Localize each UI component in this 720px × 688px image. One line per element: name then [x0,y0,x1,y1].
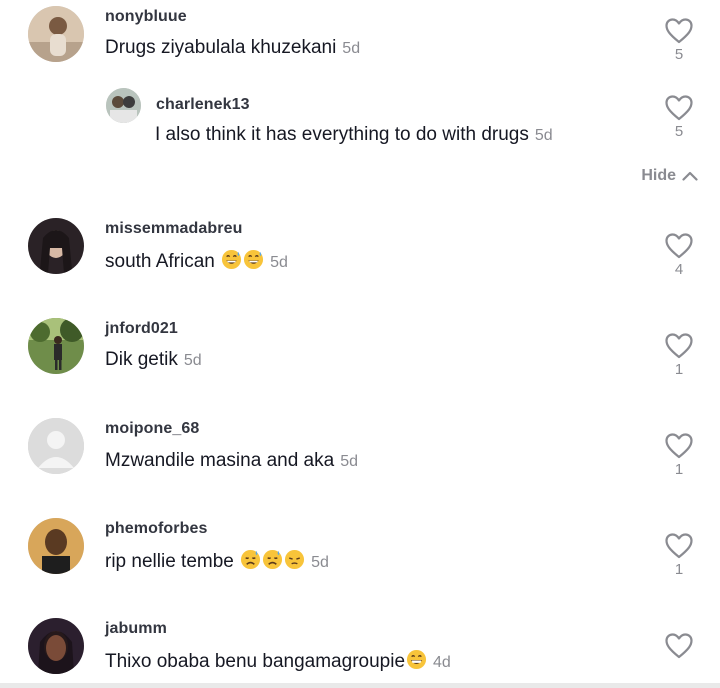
comment-body: Mzwandile masina and aka [105,450,335,471]
comment-body: I also think it has everything to do wit… [155,124,529,145]
heart-icon [665,633,693,659]
like-button[interactable]: 4 [659,233,699,278]
comment-body: Thixo obaba benu bangamagroupie [105,651,406,672]
divider [0,683,720,688]
heart-icon [665,95,693,121]
like-count: 4 [674,261,684,278]
sad-sweat-emoji-icon [241,549,261,570]
hide-label: Hide [641,167,676,184]
grin-sweat-emoji-icon [244,249,264,270]
avatar[interactable] [28,618,84,674]
hide-replies-button[interactable]: Hide [641,167,698,185]
like-button[interactable] [659,633,699,661]
avatar[interactable] [28,218,84,274]
comment-username[interactable]: jabumm [105,620,167,638]
comment-text: I also think it has everything to do wit… [155,124,553,146]
comment-time: 5d [340,453,358,470]
heart-icon [665,433,693,459]
chevron-up-icon [682,171,698,181]
comment-text: Mzwandile masina and aka 5d [105,450,358,472]
grin-sweat-emoji-icon [222,249,242,270]
comment-text: rip nellie tembe 5d [105,549,329,573]
like-button[interactable]: 1 [659,433,699,478]
pensive-emoji-icon [285,549,305,570]
like-count: 1 [674,361,684,378]
comment-body: rip nellie tembe [105,551,234,572]
default-avatar-icon [28,418,84,474]
comment-time: 5d [342,40,361,57]
grin-emoji-icon [406,649,427,670]
comment-time: 5d [311,554,329,571]
avatar[interactable] [28,6,84,62]
like-count: 5 [674,46,684,63]
like-button[interactable]: 1 [659,533,699,578]
comment-username[interactable]: moipone_68 [105,420,199,438]
like-button[interactable]: 5 [659,18,699,63]
like-button[interactable]: 1 [659,333,699,378]
like-count: 1 [674,461,684,478]
avatar[interactable] [28,418,84,474]
comment-username[interactable]: phemoforbes [105,520,207,538]
heart-icon [665,533,693,559]
comment-username[interactable]: nonybluue [105,8,187,26]
comment-text: Dik getik 5d [105,349,202,371]
comment-body: south African [105,251,215,272]
like-button[interactable]: 5 [659,95,699,140]
heart-icon [665,233,693,259]
comment-time: 5d [534,127,553,144]
comment-time: 5d [270,254,288,271]
comment-body: Dik getik [105,349,178,370]
comment-body: Drugs ziyabulala khuzekani [105,37,337,58]
comment-time: 4d [433,654,451,671]
comment-username[interactable]: charlenek13 [156,96,250,114]
comment-text: Drugs ziyabulala khuzekani 5d [105,37,360,59]
like-count: 5 [674,123,684,140]
comment-username[interactable]: jnford021 [105,320,178,338]
comment-text: Thixo obaba benu bangamagroupie 4d [105,649,451,673]
avatar[interactable] [28,518,84,574]
comment-username[interactable]: missemmadabreu [105,220,242,238]
heart-icon [665,18,693,44]
sad-sweat-emoji-icon [263,549,283,570]
avatar[interactable] [106,88,141,123]
comment-time: 5d [183,352,202,369]
heart-icon [665,333,693,359]
like-count: 1 [674,561,684,578]
avatar[interactable] [28,318,84,374]
comment-text: south African 5d [105,249,288,273]
